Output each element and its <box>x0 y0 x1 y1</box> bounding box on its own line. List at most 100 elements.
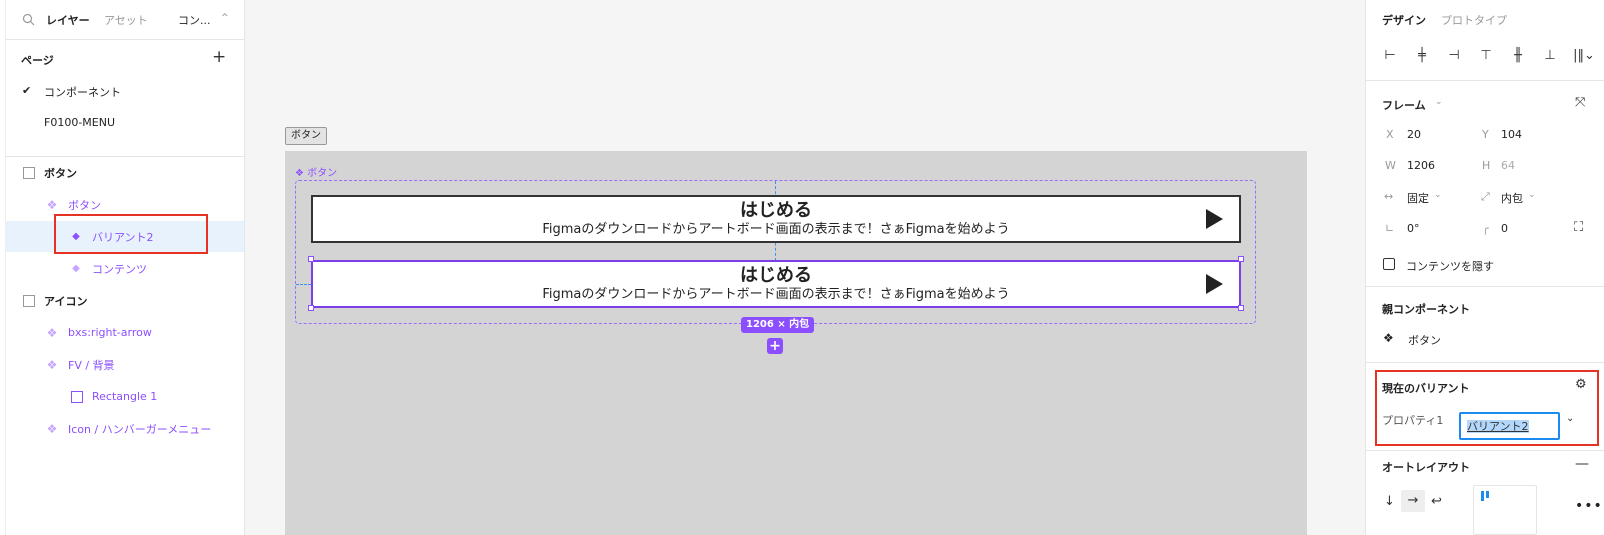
frame-section-title[interactable]: フレーム <box>1382 97 1426 113</box>
w-input[interactable]: 1206 <box>1407 159 1435 172</box>
more-icon[interactable]: ••• <box>1575 498 1603 514</box>
layer-right-arrow[interactable]: ❖ bxs:right-arrow <box>6 317 244 348</box>
parent-component-title: 親コンポーネント <box>1382 303 1470 316</box>
layer-contents[interactable]: ◆ コンテンツ <box>6 253 244 284</box>
rotation-icon: ∟ <box>1385 222 1395 235</box>
x-label: X <box>1386 128 1394 141</box>
resize-handle[interactable] <box>1238 256 1244 262</box>
resize-to-fit-icon[interactable]: ⤧ <box>1575 95 1585 110</box>
remove-autolayout-icon[interactable]: — <box>1575 456 1589 472</box>
height-mode-icon: ⤢ <box>1481 190 1490 203</box>
play-icon <box>1206 209 1223 229</box>
divider <box>1366 80 1604 81</box>
layer-label: FV / 背景 <box>68 358 115 372</box>
button-subtitle: Figmaのダウンロードからアートボード画面の表示まで！さぁFigmaを始めよう <box>542 222 1010 237</box>
independent-corners-icon[interactable]: ⛶ <box>1574 220 1583 235</box>
tab-assets[interactable]: アセット <box>104 12 148 28</box>
resize-handle[interactable] <box>1238 305 1244 311</box>
layer-label: Icon / ハンバーガーメニュー <box>68 422 212 436</box>
chevron-down-icon[interactable]: ⌄ <box>1434 190 1442 200</box>
component-set-icon: ❖ <box>46 197 58 212</box>
wrap-icon[interactable]: ↩ <box>1431 494 1442 509</box>
y-input[interactable]: 104 <box>1501 128 1522 141</box>
w-label: W <box>1385 159 1396 172</box>
layer-label: アイコン <box>44 294 88 308</box>
highlight-box <box>54 214 208 254</box>
radius-input[interactable]: 0 <box>1501 222 1508 235</box>
h-input[interactable]: 64 <box>1501 159 1515 172</box>
distribute-icon[interactable]: |‖⌄ <box>1572 47 1596 63</box>
page-item-components[interactable]: コンポーネント <box>44 84 121 100</box>
add-variant-button[interactable]: + <box>767 338 783 354</box>
arrow-down-icon[interactable]: ↓ <box>1384 494 1395 509</box>
component-set-icon: ❖ <box>46 357 58 372</box>
page-item-menu[interactable]: F0100-MENU <box>44 116 115 129</box>
clip-content-label: コンテンツを隠す <box>1406 260 1494 273</box>
tab-prototype[interactable]: プロトタイプ <box>1441 12 1507 28</box>
divider <box>1366 450 1604 451</box>
component-icon: ◆ <box>72 263 80 274</box>
frame-name-tag[interactable]: ボタン <box>285 127 327 145</box>
layer-fv-bg[interactable]: ❖ FV / 背景 <box>6 349 244 380</box>
component-set-icon: ❖ <box>46 325 58 340</box>
arrow-right-icon[interactable]: → <box>1401 490 1425 512</box>
add-page-icon[interactable]: + <box>212 49 226 66</box>
layer-rectangle1[interactable]: Rectangle 1 <box>6 381 244 412</box>
highlight-box <box>1375 370 1599 446</box>
clip-content-checkbox[interactable] <box>1383 258 1395 270</box>
tab-page-selector[interactable]: コン... <box>178 12 211 28</box>
size-badge: 1206 × 内包 <box>741 317 815 333</box>
autolayout-title: オートレイアウト <box>1382 461 1470 474</box>
chevron-down-icon[interactable]: ⌄ <box>1528 190 1536 200</box>
align-center-h-icon[interactable]: ╪ <box>1414 47 1430 63</box>
resize-handle[interactable] <box>308 305 314 311</box>
component-set-icon: ❖ <box>46 421 58 436</box>
align-marker <box>1481 491 1484 501</box>
width-mode-select[interactable]: 固定 <box>1407 190 1429 206</box>
layer-label: ボタン <box>44 166 77 180</box>
layer-label: ボタン <box>68 198 101 212</box>
properties-panel: デザイン プロトタイプ ⊢ ╪ ⊣ ⊤ ╫ ⊥ |‖⌄ フレーム ⌄ ⤧ X 2… <box>1365 0 1604 535</box>
divider <box>1366 362 1604 363</box>
component-set-label[interactable]: ❖ ボタン <box>295 164 337 179</box>
layer-frame-icon[interactable]: アイコン <box>6 285 244 316</box>
frame-icon <box>23 294 35 307</box>
layers-panel: レイヤー アセット コン... ^ ページ + ✔ コンポーネント F0100-… <box>0 0 245 535</box>
search-icon[interactable] <box>22 13 35 26</box>
chevron-down-icon[interactable]: ⌄ <box>1435 97 1443 107</box>
layer-label: bxs:right-arrow <box>68 326 152 339</box>
align-right-icon[interactable]: ⊣ <box>1446 47 1462 63</box>
check-icon: ✔ <box>22 84 32 97</box>
alignment-grid[interactable] <box>1473 485 1537 535</box>
spacing-guide <box>296 284 311 285</box>
rotation-input[interactable]: 0° <box>1407 222 1420 235</box>
corner-radius-icon: ╭ <box>1482 222 1489 235</box>
tab-layers[interactable]: レイヤー <box>46 12 90 28</box>
button-title: はじめる <box>740 200 812 221</box>
layer-hamburger[interactable]: ❖ Icon / ハンバーガーメニュー <box>6 413 244 444</box>
layer-label: コンテンツ <box>92 262 147 276</box>
button-subtitle: Figmaのダウンロードからアートボード画面の表示まで！さぁFigmaを始めよう <box>542 287 1010 302</box>
resize-handle[interactable] <box>308 256 314 262</box>
align-center-v-icon[interactable]: ╫ <box>1510 47 1526 63</box>
parent-component-link[interactable]: ボタン <box>1408 332 1441 348</box>
width-mode-icon: ↔ <box>1384 190 1394 203</box>
align-marker <box>1486 491 1489 498</box>
tab-design[interactable]: デザイン <box>1382 12 1426 28</box>
align-top-icon[interactable]: ⊤ <box>1478 47 1494 63</box>
pages-header: ページ <box>21 54 54 67</box>
left-panel-tabs: レイヤー アセット コン... ^ <box>6 0 244 40</box>
button-variant2[interactable]: はじめる Figmaのダウンロードからアートボード画面の表示まで！さぁFigma… <box>311 260 1241 308</box>
frame-icon <box>23 166 35 179</box>
h-label: H <box>1482 159 1491 172</box>
button-variant1[interactable]: はじめる Figmaのダウンロードからアートボード画面の表示まで！さぁFigma… <box>311 195 1241 243</box>
align-left-icon[interactable]: ⊢ <box>1382 47 1398 63</box>
layer-frame-button[interactable]: ボタン <box>6 157 244 188</box>
height-mode-select[interactable]: 内包 <box>1501 190 1523 206</box>
chevron-up-icon[interactable]: ^ <box>221 13 229 23</box>
align-bottom-icon[interactable]: ⊥ <box>1542 47 1558 63</box>
y-label: Y <box>1482 128 1489 141</box>
button-title: はじめる <box>740 265 812 286</box>
divider <box>1366 286 1604 287</box>
x-input[interactable]: 20 <box>1407 128 1421 141</box>
